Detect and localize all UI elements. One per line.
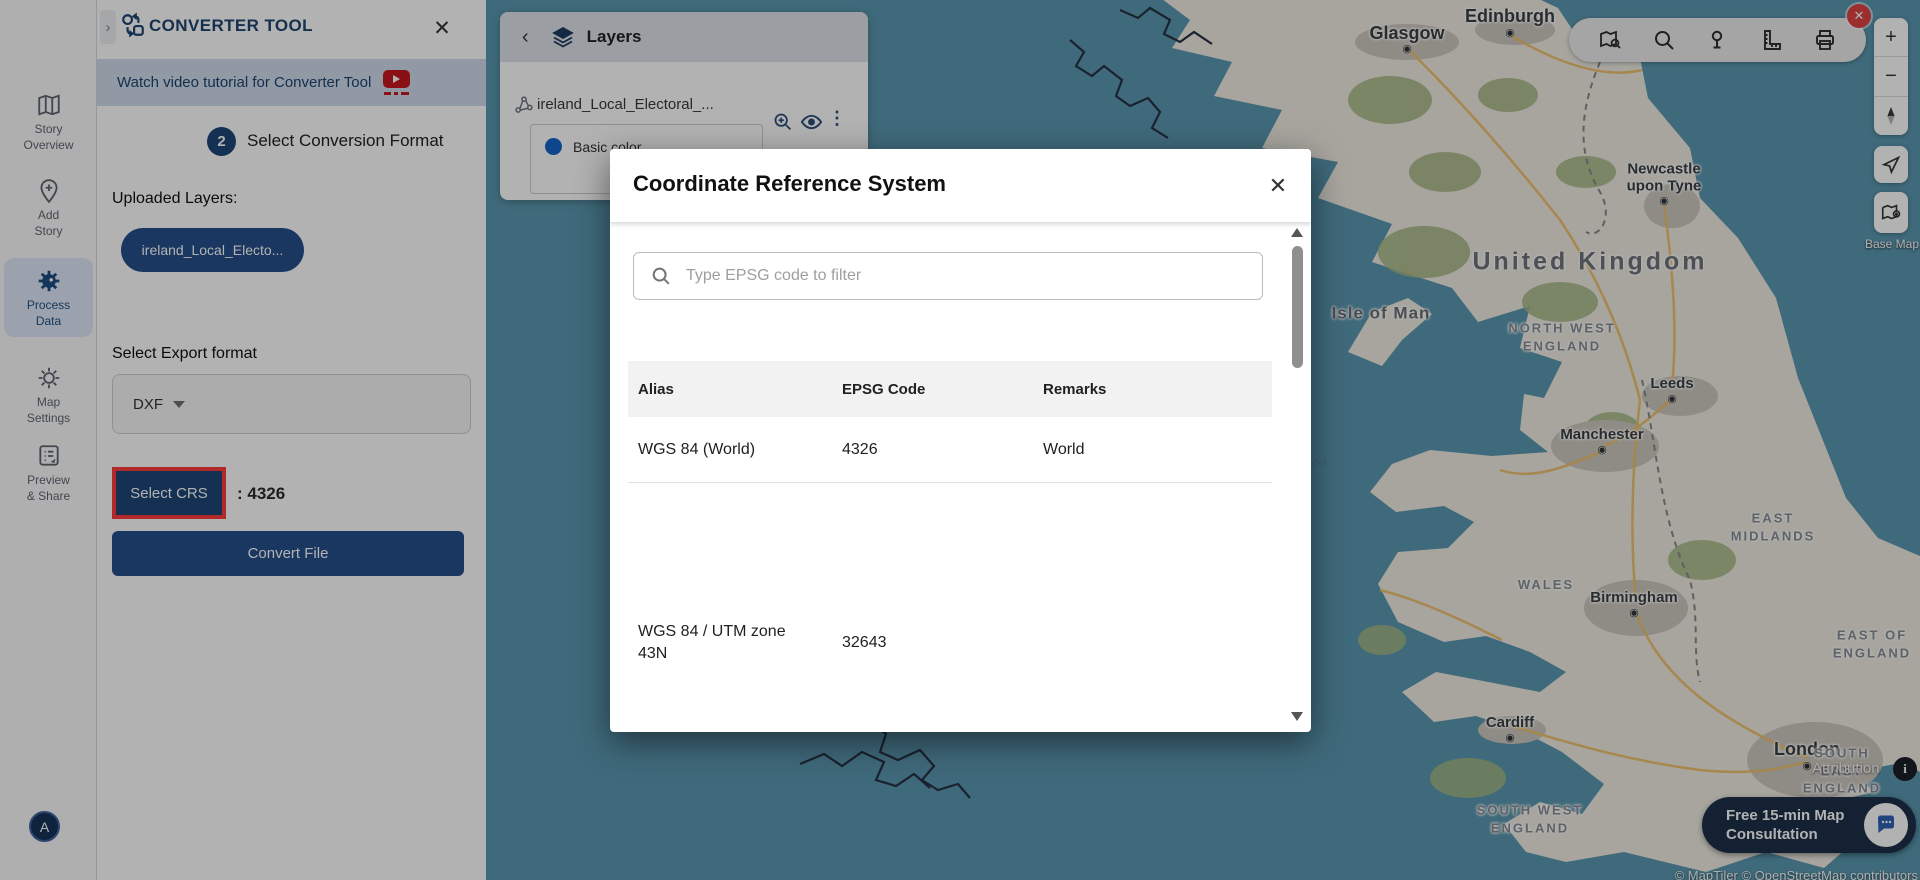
epsg-search-box[interactable] bbox=[633, 252, 1263, 300]
cell-epsg-code: 32643 bbox=[832, 624, 1033, 662]
crs-table-header: Alias EPSG Code Remarks bbox=[628, 361, 1272, 417]
cell-alias: WGS 84 (World) bbox=[628, 431, 832, 469]
cell-remarks bbox=[1033, 483, 1272, 503]
scrollbar-thumb[interactable] bbox=[1292, 246, 1303, 368]
table-row[interactable]: WGS 84 / UTM zone 43N 32643 bbox=[628, 483, 1272, 732]
epsg-search-input[interactable] bbox=[684, 266, 1262, 286]
cell-remarks: World bbox=[1033, 431, 1272, 469]
scrollbar-down-arrow[interactable] bbox=[1291, 712, 1303, 721]
search-icon bbox=[650, 265, 672, 287]
cell-alias: WGS 84 / UTM zone 43N bbox=[628, 613, 832, 672]
scrollbar-up-arrow[interactable] bbox=[1291, 228, 1303, 237]
crs-table: Alias EPSG Code Remarks WGS 84 (World) 4… bbox=[628, 361, 1272, 732]
crs-table-rows: WGS 84 (World) 4326 World WGS 84 / UTM z… bbox=[628, 417, 1272, 732]
crs-modal-header: Coordinate Reference System ✕ bbox=[610, 149, 1311, 222]
cell-epsg-code: 4326 bbox=[832, 431, 1033, 469]
col-header-epsg: EPSG Code bbox=[832, 381, 1033, 398]
col-header-remarks: Remarks bbox=[1033, 381, 1272, 398]
app-root: Edinburgh◉Glasgow◉Newcastle upon Tyne◉Un… bbox=[0, 0, 1920, 880]
crs-modal-close-icon[interactable]: ✕ bbox=[1262, 170, 1294, 202]
crs-modal-body: Alias EPSG Code Remarks WGS 84 (World) 4… bbox=[610, 222, 1311, 732]
crs-modal-title: Coordinate Reference System bbox=[633, 171, 946, 197]
col-header-alias: Alias bbox=[628, 381, 832, 398]
table-row[interactable]: WGS 84 (World) 4326 World bbox=[628, 417, 1272, 483]
crs-modal: Coordinate Reference System ✕ Alias EPSG… bbox=[610, 149, 1311, 732]
